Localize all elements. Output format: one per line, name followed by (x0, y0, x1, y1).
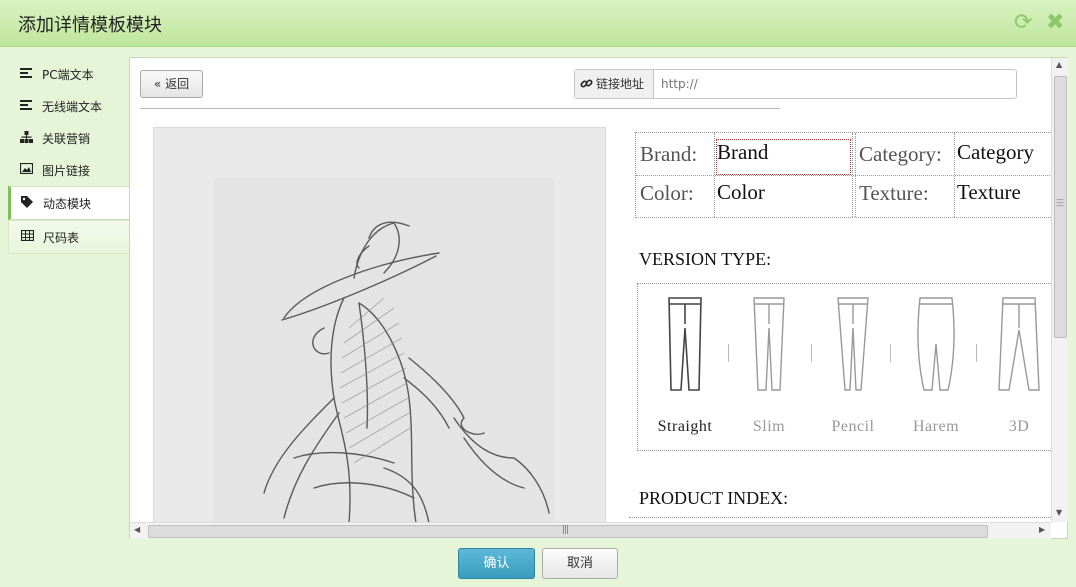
link-url-input[interactable] (661, 70, 1001, 98)
divider (811, 344, 812, 362)
sidebar-item-label: PC端文本 (42, 68, 94, 82)
divider (636, 175, 1052, 176)
vertical-scrollbar[interactable]: ▲ — — — ▼ (1051, 58, 1068, 522)
scroll-left-icon[interactable]: ◀ (134, 525, 140, 534)
category-key: Category: (859, 142, 942, 166)
sidebar-item-related-marketing[interactable]: 关联营销 (8, 122, 129, 154)
align-left-icon (20, 99, 34, 113)
fashion-sketch-image (153, 127, 606, 524)
divider (728, 344, 729, 362)
sidebar-item-label: 图片链接 (42, 164, 91, 178)
version-label: Slim (752, 418, 786, 435)
picture-icon (19, 162, 34, 177)
grip-icon: ||| (562, 525, 569, 535)
sidebar-item-label: 无线端文本 (42, 100, 103, 114)
version-option-straight[interactable]: Straight (650, 294, 720, 444)
sidebar-item-label: 尺码表 (43, 231, 80, 245)
dialog-titlebar: 添加详情模板模块 ⟳ ✖ (0, 0, 1076, 47)
attributes-table: Brand: Brand Category: Category Color: C… (635, 132, 1053, 218)
version-option-pencil[interactable]: Pencil (818, 294, 888, 444)
version-option-harem[interactable]: Harem (901, 294, 971, 444)
sidebar-item-label: 动态模块 (43, 197, 92, 211)
scroll-right-icon[interactable]: ▶ (1039, 525, 1045, 534)
refresh-icon[interactable]: ⟳ (1014, 9, 1032, 37)
editor-panel: « 返回 链接地址 http:// Brand: Brand Category:… (129, 57, 1068, 539)
tag-icon (21, 196, 35, 210)
version-type-heading: VERSION TYPE: (639, 249, 772, 269)
version-option-slim[interactable]: Slim (734, 294, 804, 444)
horizontal-scrollbar[interactable]: ◀ ||| ▶ (130, 522, 1051, 539)
divider (976, 344, 977, 362)
confirm-button[interactable]: 确认 (458, 548, 535, 579)
sidebar-item-pc-text[interactable]: PC端文本 (8, 58, 129, 90)
product-index-heading: PRODUCT INDEX: (639, 488, 789, 508)
texture-key: Texture: (859, 181, 929, 205)
dialog-title: 添加详情模板模块 (18, 15, 162, 36)
table-icon (20, 229, 35, 244)
divider (890, 344, 891, 362)
align-left-icon (20, 67, 34, 81)
texture-value[interactable]: Texture (957, 180, 1021, 205)
brand-value[interactable]: Brand (717, 140, 768, 165)
pants-icon (668, 297, 702, 391)
sidebar-item-dynamic-module[interactable]: 动态模块 (8, 186, 129, 220)
pants-icon (753, 297, 785, 391)
link-label: 链接地址 (596, 77, 645, 91)
sitemap-icon (20, 131, 34, 145)
cancel-button[interactable]: 取消 (542, 548, 618, 579)
sidebar-item-mobile-text[interactable]: 无线端文本 (8, 90, 129, 122)
color-value[interactable]: Color (717, 180, 765, 205)
divider (140, 108, 780, 109)
sidebar-item-label: 关联营销 (42, 132, 91, 146)
version-type-box: Straight Slim Pencil Harem 3D (637, 283, 1053, 451)
link-addon: 链接地址 (575, 70, 654, 98)
close-icon[interactable]: ✖ (1046, 9, 1064, 37)
link-icon (580, 70, 593, 101)
link-url-group: 链接地址 (574, 69, 1017, 99)
module-sidebar: PC端文本 无线端文本 关联营销 图片链接 动态模块 尺码表 (8, 58, 129, 254)
version-label: Pencil (831, 418, 875, 435)
grip-icon: — — — (1056, 195, 1064, 210)
category-value[interactable]: Category (957, 140, 1034, 165)
sidebar-item-size-chart[interactable]: 尺码表 (8, 220, 129, 254)
pants-icon (837, 297, 869, 391)
pants-icon (917, 297, 955, 391)
version-label: Harem (912, 418, 960, 435)
sidebar-item-image-link[interactable]: 图片链接 (8, 154, 129, 186)
back-button[interactable]: « 返回 (140, 70, 203, 98)
pants-icon (998, 297, 1040, 391)
version-option-3d[interactable]: 3D (984, 294, 1054, 444)
scroll-up-icon[interactable]: ▲ (1056, 60, 1062, 69)
version-label: Straight (657, 418, 713, 435)
version-label: 3D (1008, 418, 1030, 435)
scroll-down-icon[interactable]: ▼ (1056, 508, 1062, 517)
color-key: Color: (640, 181, 694, 205)
divider (629, 517, 1051, 518)
brand-key: Brand: (640, 142, 698, 166)
